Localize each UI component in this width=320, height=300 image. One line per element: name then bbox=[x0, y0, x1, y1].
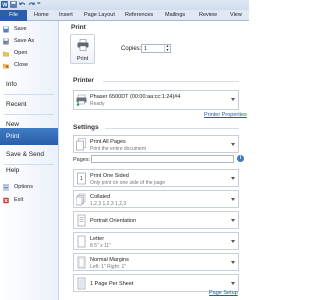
orientation-title: Portrait Orientation bbox=[90, 218, 137, 224]
nav-save-as[interactable]: Save As bbox=[0, 36, 58, 47]
printer-properties-link[interactable]: Printer Properties bbox=[204, 112, 247, 118]
chevron-down-icon bbox=[231, 98, 235, 101]
margins-subtitle: Left: 1" Right: 1" bbox=[90, 264, 127, 270]
chevron-down-icon bbox=[231, 219, 235, 222]
paper-size-dropdown[interactable]: Letter 8.5" x 11" bbox=[73, 232, 239, 250]
pages-per-sheet-title: 1 Page Per Sheet bbox=[90, 281, 134, 287]
chevron-down-icon bbox=[231, 177, 235, 180]
orientation-dropdown[interactable]: Portrait Orientation bbox=[73, 211, 239, 229]
nav-close[interactable]: Close bbox=[0, 60, 58, 71]
tab-insert[interactable]: Insert bbox=[59, 10, 73, 21]
printer-icon bbox=[77, 39, 89, 51]
nav-open-label: Open bbox=[14, 50, 28, 56]
svg-text:1: 1 bbox=[80, 176, 83, 182]
word-app-icon[interactable]: W bbox=[1, 1, 8, 8]
redo-icon[interactable] bbox=[28, 1, 35, 8]
nav-info[interactable]: Info bbox=[0, 76, 58, 93]
customize-quick-access-icon[interactable]: = bbox=[37, 1, 44, 8]
nav-divider bbox=[4, 114, 54, 115]
exit-icon bbox=[3, 197, 9, 204]
all-pages-icon bbox=[76, 138, 86, 151]
nav-save[interactable]: Save bbox=[0, 24, 58, 35]
tab-home[interactable]: Home bbox=[34, 10, 49, 21]
folder-open-icon bbox=[3, 51, 9, 57]
settings-heading: Settings bbox=[73, 124, 99, 131]
print-panel: Print Print Copies: 1 ▲ ▼ Printer Phaser … bbox=[59, 21, 249, 300]
print-range-title: Print All Pages bbox=[90, 139, 126, 145]
print-range-subtitle: Print the entire document bbox=[90, 146, 146, 152]
print-title: Print bbox=[71, 24, 86, 31]
pages-label: Pages: bbox=[73, 157, 91, 163]
title-bar: W = bbox=[0, 0, 249, 10]
paper-size-subtitle: 8.5" x 11" bbox=[90, 243, 111, 249]
nav-recent[interactable]: Recent bbox=[0, 96, 58, 113]
collated-icon bbox=[76, 193, 86, 206]
nav-exit[interactable]: Exit bbox=[0, 195, 58, 206]
nav-options-label: Options bbox=[14, 184, 33, 190]
nav-print[interactable]: Print bbox=[0, 128, 64, 145]
print-button-label: Print bbox=[76, 56, 89, 62]
paper-size-title: Letter bbox=[90, 236, 105, 242]
chevron-down-icon bbox=[231, 261, 235, 264]
tab-review[interactable]: Review bbox=[199, 10, 217, 21]
info-icon[interactable]: i bbox=[237, 155, 244, 162]
nav-close-label: Close bbox=[14, 62, 29, 68]
tab-view[interactable]: View bbox=[230, 10, 242, 21]
nav-open[interactable]: Open bbox=[0, 48, 58, 59]
printer-dropdown[interactable]: Phaser 6500DT (00:00:aa:cc:1:24)#4 Ready bbox=[73, 90, 239, 110]
backstage-nav: Save Save As Open Close Info Recent New … bbox=[0, 21, 64, 300]
pages-per-sheet-icon bbox=[77, 277, 86, 290]
printer-status: Ready bbox=[90, 101, 105, 107]
sides-subtitle: Only print on one side of the page bbox=[90, 180, 166, 186]
collation-subtitle: 1,2,3 1,2,3 1,2,3 bbox=[90, 201, 127, 207]
copies-spinner[interactable]: ▲ ▼ bbox=[164, 44, 170, 52]
options-icon bbox=[3, 184, 9, 191]
copies-value: 1 bbox=[144, 46, 148, 52]
tab-mailings[interactable]: Mailings bbox=[165, 10, 185, 21]
copies-label: Copies: bbox=[121, 46, 142, 52]
collation-dropdown[interactable]: Collated 1,2,3 1,2,3 1,2,3 bbox=[73, 190, 239, 208]
chevron-down-icon bbox=[231, 240, 235, 243]
paper-size-icon bbox=[77, 235, 86, 248]
pages-input[interactable] bbox=[91, 155, 234, 163]
portrait-icon bbox=[77, 214, 86, 227]
chevron-down-icon bbox=[231, 198, 235, 201]
save-icon bbox=[3, 26, 9, 33]
save-as-icon bbox=[3, 38, 9, 45]
tab-references[interactable]: References bbox=[125, 10, 153, 21]
nav-save-label: Save bbox=[14, 26, 27, 32]
undo-icon[interactable] bbox=[19, 1, 26, 8]
collation-title: Collated bbox=[90, 194, 111, 200]
nav-exit-label: Exit bbox=[14, 197, 24, 203]
tab-page-layout[interactable]: Page Layout bbox=[84, 10, 115, 21]
nav-save-send[interactable]: Save & Send bbox=[0, 146, 58, 163]
printer-icon bbox=[76, 94, 87, 106]
nav-save-as-label: Save As bbox=[14, 38, 35, 44]
tab-file[interactable]: File bbox=[0, 10, 27, 21]
save-icon[interactable] bbox=[10, 1, 17, 8]
page-setup-link[interactable]: Page Setup bbox=[209, 290, 238, 296]
ribbon-tabs: File Home Insert Page Layout References … bbox=[0, 10, 249, 21]
nav-divider bbox=[4, 94, 54, 95]
close-document-icon bbox=[3, 63, 9, 69]
chevron-down-icon bbox=[231, 143, 235, 146]
one-sided-icon: 1 bbox=[77, 172, 86, 185]
copies-input[interactable]: 1 ▲ ▼ bbox=[141, 44, 171, 53]
printer-heading: Printer bbox=[73, 77, 94, 84]
chevron-down-icon bbox=[231, 282, 235, 285]
margins-title: Normal Margins bbox=[90, 257, 129, 263]
sides-title: Print One Sided bbox=[90, 173, 129, 179]
print-range-dropdown[interactable]: Print All Pages Print the entire documen… bbox=[73, 135, 239, 153]
nav-print-label: Print bbox=[6, 133, 20, 140]
sides-dropdown[interactable]: 1 Print One Sided Only print on one side… bbox=[73, 169, 239, 187]
section-divider bbox=[103, 81, 239, 82]
printer-name: Phaser 6500DT (00:00:aa:cc:1:24)#4 bbox=[90, 94, 181, 100]
nav-help[interactable]: Help bbox=[0, 162, 58, 179]
svg-text:W: W bbox=[2, 3, 8, 8]
nav-options[interactable]: Options bbox=[0, 182, 58, 193]
print-button[interactable]: Print bbox=[70, 34, 95, 64]
margins-dropdown[interactable]: Normal Margins Left: 1" Right: 1" bbox=[73, 253, 239, 271]
margins-icon bbox=[77, 256, 86, 269]
section-divider bbox=[105, 128, 239, 129]
